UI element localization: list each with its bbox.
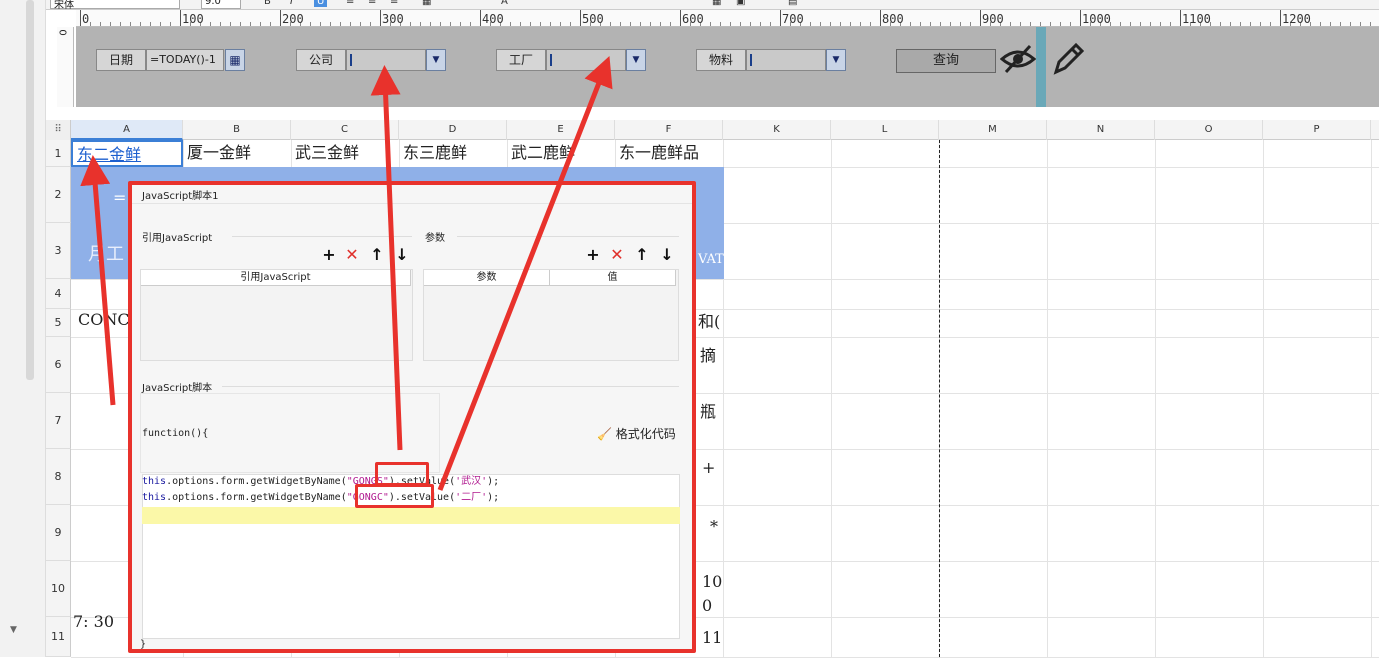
- arrow-to-company: [370, 65, 403, 451]
- annotation-arrows: [80, 56, 613, 491]
- arrow-to-cell-a1: [80, 155, 116, 406]
- arrow-to-factory: [437, 56, 613, 491]
